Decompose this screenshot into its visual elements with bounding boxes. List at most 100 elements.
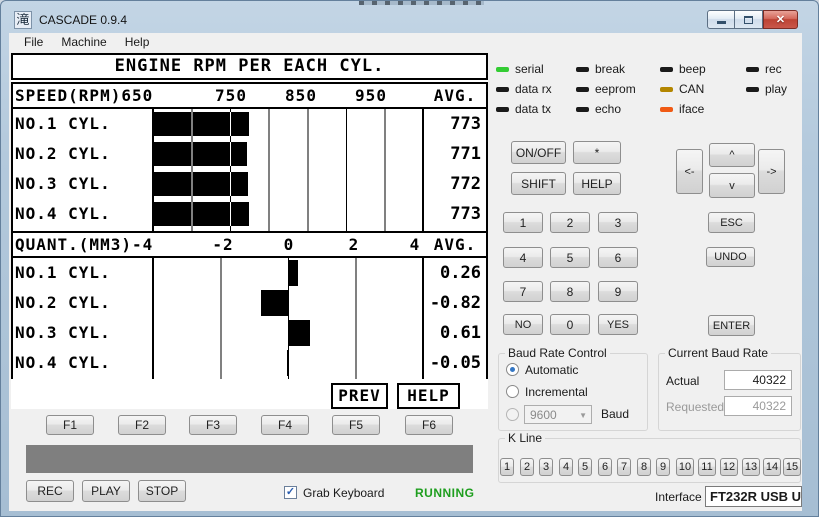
key-1[interactable]: 1 <box>503 212 543 233</box>
on-off-button[interactable]: ON/OFF <box>511 141 566 164</box>
key-7[interactable]: 7 <box>503 281 543 302</box>
k-line-11[interactable]: 11 <box>698 458 716 476</box>
minimize-icon <box>716 21 726 24</box>
led-iface: iface <box>660 99 746 119</box>
yes-button[interactable]: YES <box>598 314 638 335</box>
lcd-help-key[interactable]: HELP <box>397 383 460 409</box>
f4-button[interactable]: F4 <box>261 415 309 435</box>
star-button[interactable]: * <box>573 141 621 164</box>
quant-row-label: NO.1 CYL. <box>15 263 111 282</box>
quant-bar-1 <box>261 290 289 316</box>
menu-file[interactable]: File <box>15 33 52 51</box>
baud-radio-manual[interactable] <box>506 408 519 421</box>
check-icon: ✓ <box>285 486 296 498</box>
quant-row-label: NO.2 CYL. <box>15 293 111 312</box>
shift-button[interactable]: SHIFT <box>511 172 566 195</box>
k-line-9[interactable]: 9 <box>656 458 670 476</box>
rec-button[interactable]: REC <box>26 480 74 502</box>
quant-bar-2 <box>289 320 310 346</box>
arrow-down-button[interactable]: v <box>709 173 755 198</box>
baud-radio-0[interactable] <box>506 363 519 376</box>
eeprom-led-icon <box>576 86 589 92</box>
baud-option-incremental[interactable]: Incremental <box>525 385 588 399</box>
key-5[interactable]: 5 <box>550 247 590 268</box>
play-led-icon <box>746 86 759 92</box>
k-line-12[interactable]: 12 <box>720 458 738 476</box>
no-button[interactable]: NO <box>503 314 543 335</box>
interface-field[interactable]: FT232R USB UART <box>705 486 802 507</box>
led-label: eeprom <box>595 82 636 96</box>
arrow-up-button[interactable]: ^ <box>709 143 755 167</box>
break-led-icon <box>576 66 589 72</box>
titlebar[interactable]: 滝 CASCADE 0.9.4 ✕ <box>9 6 810 33</box>
f6-button[interactable]: F6 <box>405 415 453 435</box>
requested-label: Requested <box>666 400 725 414</box>
key-9[interactable]: 9 <box>598 281 638 302</box>
minimize-button[interactable] <box>707 10 735 29</box>
enter-button[interactable]: ENTER <box>708 315 755 336</box>
led-serial: serial <box>496 59 576 79</box>
arrow-left-button[interactable]: <- <box>676 149 703 194</box>
k-line-2[interactable]: 2 <box>520 458 534 476</box>
key-6[interactable]: 6 <box>598 247 638 268</box>
can-led-icon <box>660 86 673 92</box>
quant-tick-neg4: -4 <box>131 235 154 254</box>
rpm-avg-value: 772 <box>450 174 481 194</box>
k-line-6[interactable]: 6 <box>598 458 612 476</box>
grab-keyboard-label[interactable]: Grab Keyboard <box>303 486 384 500</box>
k-line-8[interactable]: 8 <box>637 458 651 476</box>
k-line-7[interactable]: 7 <box>617 458 631 476</box>
arrow-right-button[interactable]: -> <box>758 149 785 194</box>
k-line-1[interactable]: 1 <box>500 458 514 476</box>
requested-baud-field[interactable]: 40322 <box>724 396 792 416</box>
key-4[interactable]: 4 <box>503 247 543 268</box>
grab-keyboard-checkbox[interactable]: ✓ <box>284 486 297 499</box>
baud-radio-1[interactable] <box>506 385 519 398</box>
rpm-bar-2 <box>154 172 249 196</box>
key-8[interactable]: 8 <box>550 281 590 302</box>
maximize-button[interactable] <box>735 10 763 29</box>
current-baud-title: Current Baud Rate <box>665 346 772 360</box>
k-line-13[interactable]: 13 <box>742 458 760 476</box>
rpm-row-label: NO.3 CYL. <box>15 174 111 193</box>
close-button[interactable]: ✕ <box>763 10 798 29</box>
esc-button[interactable]: ESC <box>708 212 755 233</box>
f1-button[interactable]: F1 <box>46 415 94 435</box>
k-line-3[interactable]: 3 <box>539 458 553 476</box>
stop-button[interactable]: STOP <box>138 480 186 502</box>
help-button[interactable]: HELP <box>573 172 621 195</box>
led-eeprom: eeprom <box>576 79 660 99</box>
k-line-10[interactable]: 10 <box>676 458 694 476</box>
k-line-14[interactable]: 14 <box>763 458 781 476</box>
quant-header-row: QUANT.(MM3)-4 -2 0 2 4 AVG. <box>11 231 488 258</box>
f2-button[interactable]: F2 <box>118 415 166 435</box>
baud-select[interactable]: 9600 ▼ <box>524 405 592 424</box>
f5-button[interactable]: F5 <box>332 415 380 435</box>
menubar: File Machine Help <box>9 33 802 51</box>
key-0[interactable]: 0 <box>550 314 590 335</box>
lcd-prev-key[interactable]: PREV <box>331 383 388 409</box>
k-line-4[interactable]: 4 <box>559 458 573 476</box>
menu-help[interactable]: Help <box>116 33 159 51</box>
quant-avg-value: -0.05 <box>429 353 481 373</box>
serial-led-icon <box>496 66 509 72</box>
baud-option-automatic[interactable]: Automatic <box>525 363 578 377</box>
quant-avg-value: 0.26 <box>440 263 481 283</box>
quant-avg-header: AVG. <box>433 235 477 254</box>
actual-baud-field[interactable]: 40322 <box>724 370 792 390</box>
led-data-rx: data rx <box>496 79 576 99</box>
rpm-plot-area <box>152 109 424 231</box>
baud-select-value: 9600 <box>530 407 557 422</box>
f3-button[interactable]: F3 <box>189 415 237 435</box>
play-button[interactable]: PLAY <box>82 480 130 502</box>
rpm-tick-850: 850 <box>285 86 317 105</box>
menu-machine[interactable]: Machine <box>52 33 115 51</box>
k-line-5[interactable]: 5 <box>578 458 592 476</box>
key-2[interactable]: 2 <box>550 212 590 233</box>
led-data-tx: data tx <box>496 99 576 119</box>
app-icon: 滝 <box>14 10 32 29</box>
undo-button[interactable]: UNDO <box>706 247 755 267</box>
rpm-avg-value: 773 <box>450 114 481 134</box>
k-line-15[interactable]: 15 <box>783 458 801 476</box>
key-3[interactable]: 3 <box>598 212 638 233</box>
